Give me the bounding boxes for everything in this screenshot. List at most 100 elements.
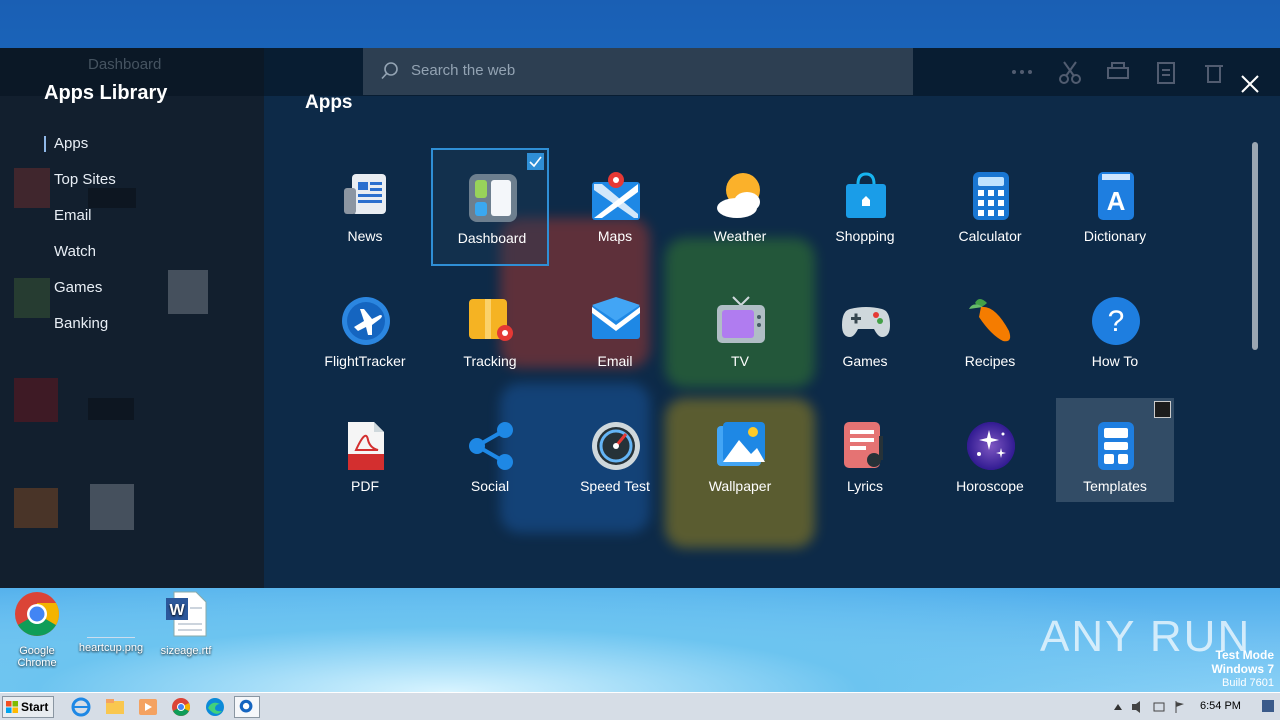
news-icon [344,174,386,214]
question-mark-icon: ? [1092,297,1140,345]
close-icon[interactable] [1236,70,1264,98]
section-title: Apps [305,92,353,113]
app-tile-dictionary[interactable]: A Dictionary [1056,148,1174,266]
media-player-icon[interactable] [135,696,161,718]
search-input[interactable]: Search the web [363,48,913,95]
app-label: Calculator [958,228,1022,244]
clipboard-icon[interactable] [1152,58,1180,86]
app-label: FlightTracker [324,353,406,369]
app-label: Tracking [463,353,517,369]
app-label: PDF [351,478,379,494]
build-line: Build 7601 [1222,677,1274,689]
nav-item-top-sites[interactable]: Top Sites [44,168,116,204]
app-label: Lyrics [846,478,884,494]
app-label: Social [470,478,510,494]
folder-icon[interactable] [102,696,128,718]
cut-icon[interactable] [1056,58,1084,86]
email-icon [592,297,640,339]
app-label: Templates [1083,478,1147,494]
app-tile-shopping[interactable]: Shopping [806,148,924,266]
active-app-button[interactable] [234,696,260,718]
test-mode-notice: Test Mode Windows 7 Build 7601 [1211,648,1274,690]
app-label: Maps [597,228,633,244]
nav-item-banking[interactable]: Banking [44,312,116,348]
image-icon [717,422,765,466]
svg-text:W: W [169,602,185,619]
app-label: TV [731,353,749,369]
airplane-icon [342,297,390,345]
nav-item-games[interactable]: Games [44,276,116,312]
desktop-icon-label: Google Chrome [17,645,57,669]
ghost-tab-label: Dashboard [88,56,162,73]
edge-icon[interactable] [202,696,228,718]
desktop-icon-sizeage[interactable]: W sizeage.rtf [151,590,221,657]
app-tile-speed-test[interactable]: Speed Test [556,398,674,516]
app-tile-tv[interactable]: TV [681,273,799,391]
app-label: Horoscope [956,478,1024,494]
app-label: How To [1091,353,1139,369]
app-tile-social[interactable]: Social [431,398,549,516]
calculator-icon [973,172,1009,220]
app-tile-calculator[interactable]: Calculator [931,148,1049,266]
desktop-icon-heartcup[interactable]: heartcup.png [76,590,146,654]
app-label: Shopping [835,228,895,244]
test-mode-line: Test Mode [1215,648,1274,662]
chrome-taskbar-icon[interactable] [168,696,194,718]
app-tile-how-to[interactable]: ? How To [1056,273,1174,391]
select-checkbox[interactable] [1154,401,1171,418]
system-tray-icons[interactable] [1110,700,1190,714]
app-tile-maps[interactable]: Maps [556,148,674,266]
shopping-bag-icon [846,172,886,218]
windows-logo-icon [6,701,18,713]
more-icon[interactable] [1008,58,1036,86]
nav-item-apps[interactable]: Apps [44,132,116,168]
desktop-icon-label: heartcup.png [78,642,144,654]
library-sidebar [0,48,264,588]
app-tile-dashboard[interactable]: Dashboard [431,148,549,266]
app-label: Dashboard [457,230,527,246]
svg-text:?: ? [1108,305,1125,338]
app-tile-weather[interactable]: Weather [681,148,799,266]
internet-explorer-icon[interactable] [68,696,94,718]
start-button[interactable]: Start [2,696,54,718]
maps-icon [592,172,640,220]
app-tile-games[interactable]: Games [806,273,924,391]
chrome-icon [15,592,59,636]
app-label: Weather [713,228,767,244]
app-tile-wallpaper[interactable]: Wallpaper [681,398,799,516]
print-icon[interactable] [1104,58,1132,86]
dictionary-icon: A [1098,172,1134,220]
image-file-icon [87,590,135,638]
tv-icon [717,296,765,343]
app-tile-recipes[interactable]: Recipes [931,273,1049,391]
desktop-icon-chrome[interactable]: Google Chrome [2,590,72,669]
word-document-icon: W [166,591,207,637]
nav-item-email[interactable]: Email [44,204,116,240]
app-tile-horoscope[interactable]: Horoscope [931,398,1049,516]
library-nav: Apps Top Sites Email Watch Games Banking [44,132,116,348]
templates-icon [1098,422,1134,470]
speedometer-icon [592,422,640,470]
app-label: Email [597,353,633,369]
nav-item-watch[interactable]: Watch [44,240,116,276]
app-label: Wallpaper [708,478,772,494]
app-tile-news[interactable]: News [306,148,424,266]
share-icon [469,422,513,470]
app-tile-tracking[interactable]: Tracking [431,273,549,391]
search-app-icon [239,699,253,713]
taskbar: Start 6:54 PM [0,692,1280,720]
show-desktop-icon[interactable] [1262,700,1274,712]
app-tile-lyrics[interactable]: Lyrics [806,398,924,516]
app-label: Speed Test [580,478,650,494]
app-tile-pdf[interactable]: PDF [306,398,424,516]
apps-scrollbar[interactable] [1252,142,1258,350]
weather-icon [717,173,760,218]
app-tile-flighttracker[interactable]: FlightTracker [306,273,424,391]
app-tile-email[interactable]: Email [556,273,674,391]
trash-icon[interactable] [1200,58,1228,86]
app-tile-templates[interactable]: Templates [1056,398,1174,502]
library-title: Apps Library [44,82,168,104]
stars-icon [967,422,1015,470]
gamepad-icon [842,307,890,337]
music-note-icon [844,422,883,468]
